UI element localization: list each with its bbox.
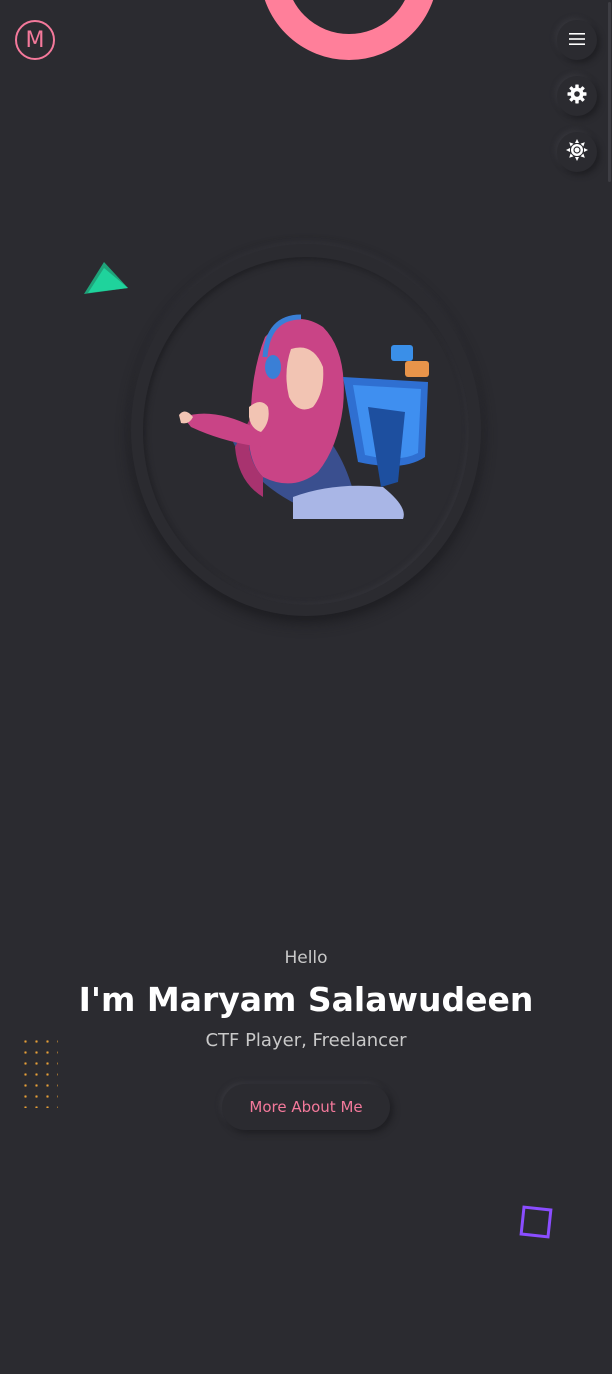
sun-icon (566, 139, 588, 165)
hero-roles: CTF Player, Freelancer (205, 1030, 407, 1051)
decorative-green-triangle (84, 262, 128, 294)
hero-name: I'm Maryam Salawudeen (78, 980, 534, 1019)
decorative-purple-square (519, 1205, 553, 1239)
settings-button[interactable] (557, 76, 597, 116)
hamburger-icon (569, 31, 585, 50)
more-about-me-button[interactable]: More About Me (222, 1084, 390, 1130)
logo-letter: M (25, 27, 45, 53)
greeting: Hello (284, 948, 328, 968)
theme-toggle-button[interactable] (557, 132, 597, 172)
page: M Hello I'm Maryam Salawudeen CTF Player… (0, 0, 612, 1374)
decorative-pink-ring (260, 0, 438, 60)
scrollbar[interactable] (606, 0, 612, 1374)
logo[interactable]: M (15, 20, 55, 60)
avatar-illustration (179, 314, 429, 519)
gear-icon (567, 84, 587, 108)
scrollbar-thumb[interactable] (608, 2, 611, 182)
avatar-frame (143, 257, 469, 605)
decorative-dot-grid (20, 1036, 58, 1108)
menu-button[interactable] (557, 20, 597, 60)
